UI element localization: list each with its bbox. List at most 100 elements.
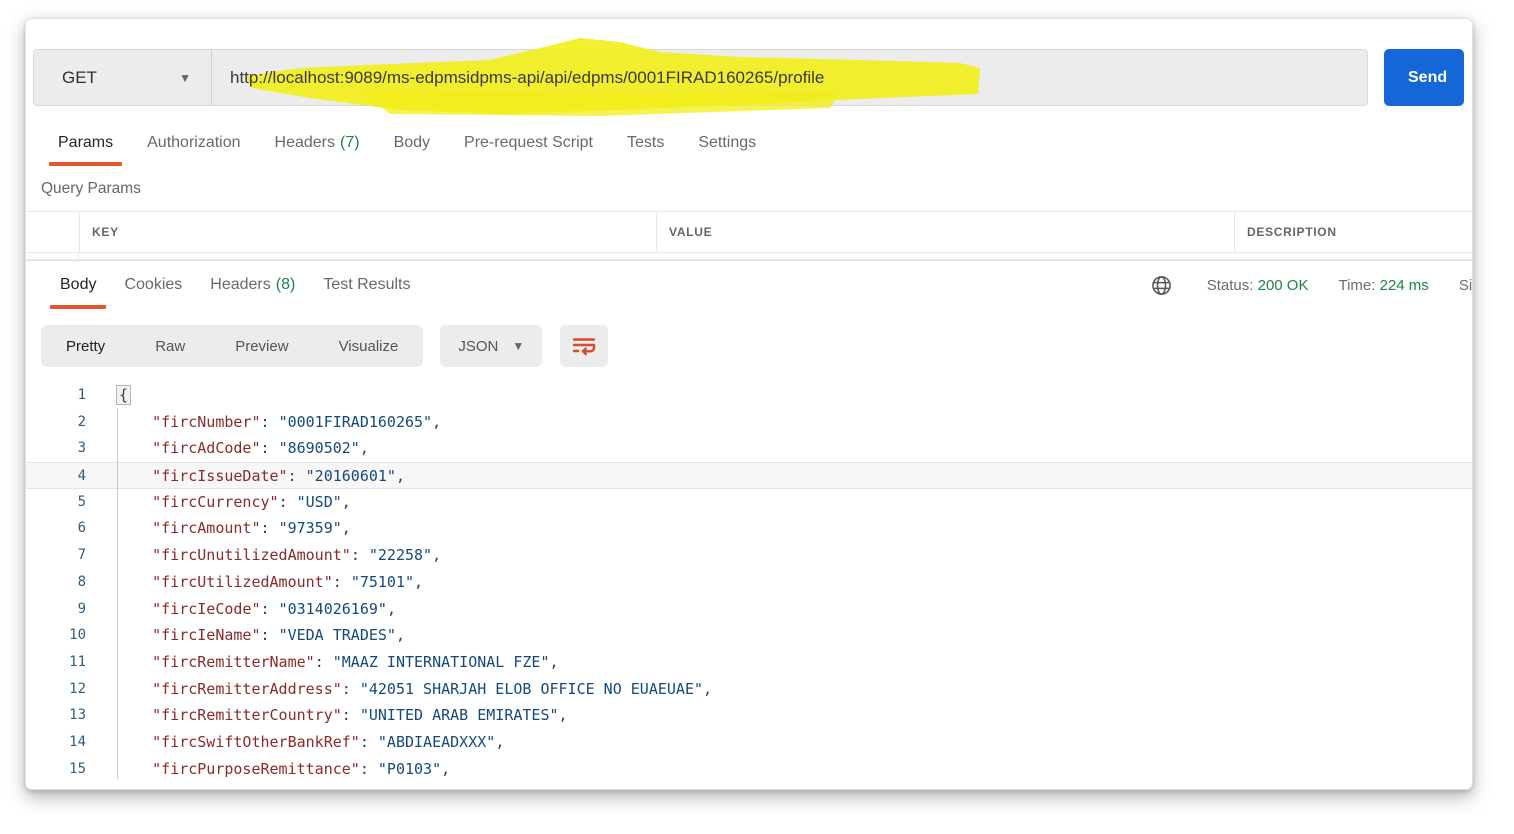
line-content: "fircNumber": "0001FIRAD160265", — [86, 409, 441, 436]
code-line: 15 "fircPurposeRemittance": "P0103", — [26, 756, 1472, 783]
send-button[interactable]: Send — [1384, 49, 1464, 106]
code-line: 5 "fircCurrency": "USD", — [26, 489, 1472, 516]
line-content: "fircAdCode": "8690502", — [86, 435, 369, 462]
network-globe-icon[interactable] — [1150, 274, 1173, 297]
response-meta: Status: 200 OK Time: 224 ms Size — [1150, 261, 1473, 309]
method-label: GET — [62, 68, 97, 88]
line-number: 3 — [26, 435, 86, 462]
params-key-header: KEY — [79, 212, 656, 252]
tab-count: (8) — [276, 276, 296, 294]
wrap-text-button[interactable] — [560, 325, 608, 367]
tab-pre-request-script[interactable]: Pre-request Script — [447, 126, 610, 166]
tab-body[interactable]: Body — [377, 126, 447, 166]
tab-label: Headers — [275, 134, 335, 151]
params-table: KEY VALUE DESCRIPTION — [26, 211, 1472, 260]
tab-label: Test Results — [323, 276, 410, 294]
code-line: 7 "fircUnutilizedAmount": "22258", — [26, 542, 1472, 569]
status-badge: Status: 200 OK — [1207, 277, 1309, 294]
line-number: 13 — [26, 702, 86, 729]
wrap-text-icon — [571, 334, 597, 358]
view-mode-visualize[interactable]: Visualize — [314, 325, 424, 367]
time-badge: Time: 224 ms — [1338, 277, 1428, 294]
request-url-box: GET ▼ http://localhost:9089/ms-edpmsidpm… — [33, 49, 1368, 106]
postman-request-panel: GET ▼ http://localhost:9089/ms-edpmsidpm… — [25, 18, 1473, 790]
response-tabs: Body Cookies Headers(8) Test Results — [46, 261, 424, 309]
tab-label: Authorization — [147, 134, 240, 151]
line-number: 15 — [26, 756, 86, 783]
line-number: 12 — [26, 676, 86, 703]
line-number: 9 — [26, 596, 86, 623]
view-mode-preview[interactable]: Preview — [210, 325, 313, 367]
indent-guide — [117, 408, 118, 779]
language-select[interactable]: JSON ▼ — [440, 325, 542, 367]
url-input[interactable]: http://localhost:9089/ms-edpmsidpms-api/… — [212, 50, 1367, 105]
response-tab-cookies[interactable]: Cookies — [110, 261, 196, 309]
line-content: "fircIssueDate": "20160601", — [86, 463, 405, 488]
code-line: 11 "fircRemitterName": "MAAZ INTERNATION… — [26, 649, 1472, 676]
tab-label: Body — [394, 134, 430, 151]
line-content: "fircUnutilizedAmount": "22258", — [86, 542, 441, 569]
line-number: 11 — [26, 649, 86, 676]
line-number: 14 — [26, 729, 86, 756]
line-number: 4 — [26, 463, 86, 488]
tab-label: Tests — [627, 134, 664, 151]
line-content: "fircIeName": "VEDA TRADES", — [86, 622, 405, 649]
tab-label: Settings — [698, 134, 756, 151]
line-number: 1 — [26, 382, 86, 409]
tab-params[interactable]: Params — [41, 126, 130, 166]
line-number: 7 — [26, 542, 86, 569]
line-content: "fircIeCode": "0314026169", — [86, 596, 396, 623]
code-line: 3 "fircAdCode": "8690502", — [26, 435, 1472, 462]
code-line: 2 "fircNumber": "0001FIRAD160265", — [26, 409, 1472, 436]
view-mode-pretty[interactable]: Pretty — [41, 325, 130, 367]
code-line: 9 "fircIeCode": "0314026169", — [26, 596, 1472, 623]
code-line: 8 "fircUtilizedAmount": "75101", — [26, 569, 1472, 596]
url-row: GET ▼ http://localhost:9089/ms-edpmsidpm… — [33, 49, 1464, 106]
tab-authorization[interactable]: Authorization — [130, 126, 257, 166]
tab-label: Cookies — [124, 276, 182, 294]
response-tab-test-results[interactable]: Test Results — [309, 261, 424, 309]
response-toolbar: PrettyRawPreviewVisualize JSON ▼ — [41, 325, 1472, 367]
tab-tests[interactable]: Tests — [610, 126, 681, 166]
code-line: 12 "fircRemitterAddress": "42051 SHARJAH… — [26, 676, 1472, 703]
code-line: 1{ — [26, 382, 1472, 409]
line-content: "fircPurposeRemittance": "P0103", — [86, 756, 450, 783]
tab-count: (7) — [340, 134, 360, 151]
tab-label: Body — [60, 276, 96, 294]
line-number: 8 — [26, 569, 86, 596]
line-number: 6 — [26, 515, 86, 542]
code-line: 4 "fircIssueDate": "20160601", — [26, 462, 1472, 489]
line-content: "fircCurrency": "USD", — [86, 489, 351, 516]
request-tabs: Params Authorization Headers (7) Body Pre-req… — [26, 126, 1472, 166]
line-content: "fircAmount": "97359", — [86, 515, 351, 542]
code-line: 13 "fircRemitterCountry": "UNITED ARAB E… — [26, 702, 1472, 729]
chevron-down-icon: ▼ — [512, 339, 524, 353]
line-content: "fircRemitterAddress": "42051 SHARJAH EL… — [86, 676, 712, 703]
tab-label: Params — [58, 134, 113, 151]
line-number: 10 — [26, 622, 86, 649]
line-number: 5 — [26, 489, 86, 516]
view-mode-raw[interactable]: Raw — [130, 325, 210, 367]
code-line: 6 "fircAmount": "97359", — [26, 515, 1472, 542]
line-content: "fircRemitterName": "MAAZ INTERNATIONAL … — [86, 649, 559, 676]
params-value-header: VALUE — [656, 212, 1234, 252]
code-line: 10 "fircIeName": "VEDA TRADES", — [26, 622, 1472, 649]
query-params-label: Query Params — [41, 180, 1472, 198]
line-number: 2 — [26, 409, 86, 436]
params-empty-row[interactable] — [26, 253, 1472, 260]
line-content: { — [86, 382, 131, 409]
line-content: "fircSwiftOtherBankRef": "ABDIAEADXXX", — [86, 729, 504, 756]
response-body-viewer: 1{2 "fircNumber": "0001FIRAD160265",3 "f… — [26, 382, 1472, 782]
code-line: 14 "fircSwiftOtherBankRef": "ABDIAEADXXX… — [26, 729, 1472, 756]
view-mode-segment: PrettyRawPreviewVisualize — [41, 325, 423, 367]
response-tab-body[interactable]: Body — [46, 261, 110, 309]
url-text: http://localhost:9089/ms-edpmsidpms-api/… — [230, 68, 824, 88]
params-select-column — [26, 212, 79, 252]
method-select[interactable]: GET ▼ — [34, 50, 212, 105]
size-badge: Size — [1459, 277, 1473, 294]
tab-headers[interactable]: Headers (7) — [258, 126, 377, 166]
tab-settings[interactable]: Settings — [681, 126, 773, 166]
chevron-down-icon: ▼ — [179, 71, 191, 85]
params-description-header: DESCRIPTION — [1234, 212, 1472, 252]
response-tab-headers[interactable]: Headers(8) — [196, 261, 309, 309]
